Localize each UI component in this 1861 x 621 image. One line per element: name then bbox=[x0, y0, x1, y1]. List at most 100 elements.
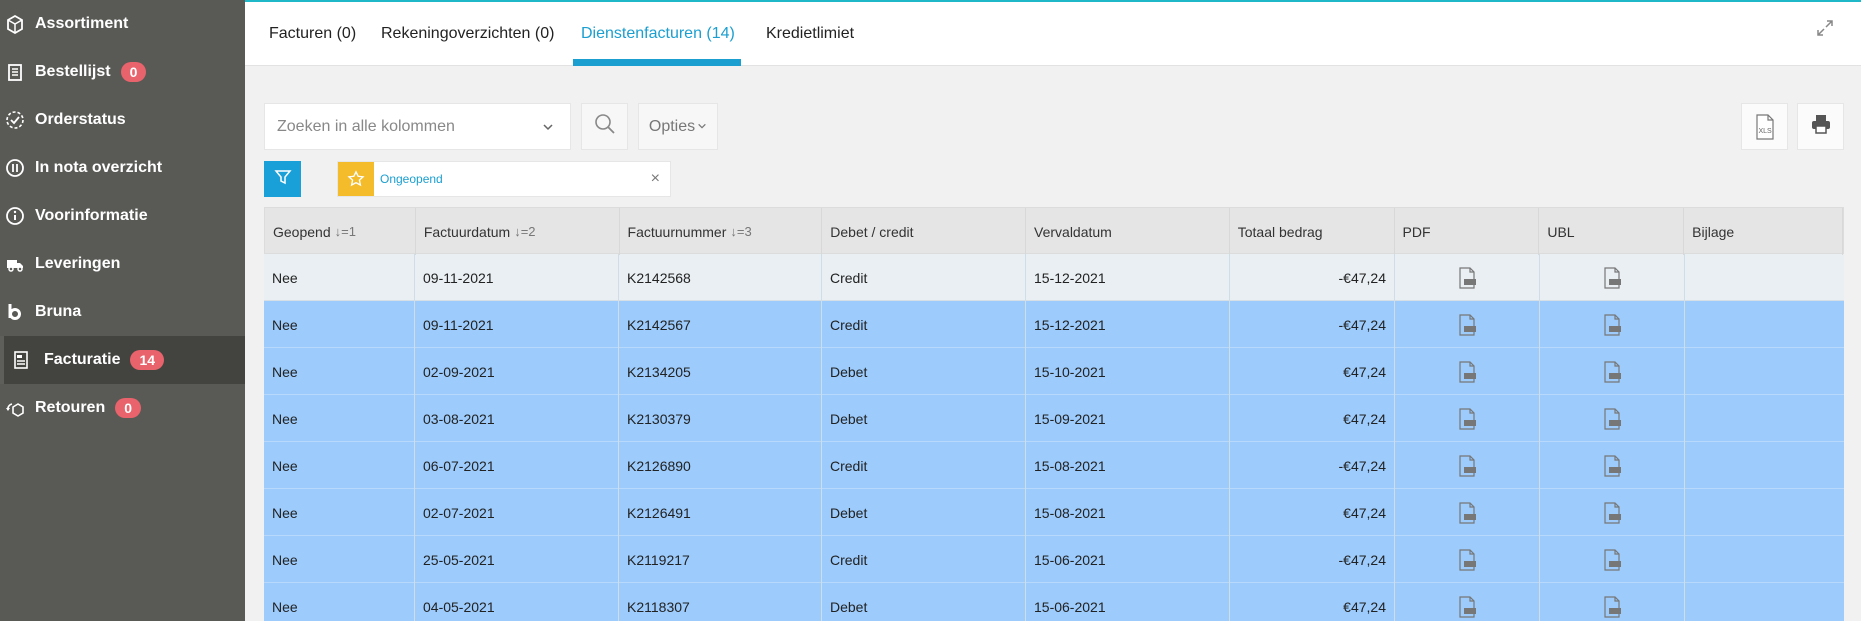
pdf-download-icon[interactable] bbox=[1395, 489, 1540, 536]
cell-factuurdatum: 09-11-2021 bbox=[415, 254, 619, 301]
table-row[interactable]: Nee 02-07-2021 K2126491 Debet 15-08-2021 €47,… bbox=[264, 489, 1844, 536]
table-row[interactable]: Nee 03-08-2021 K2130379 Debet 15-09-2021 €47,… bbox=[264, 395, 1844, 442]
cell-geopend: Nee bbox=[264, 395, 415, 442]
table-row[interactable]: Nee 09-11-2021 K2142567 Credit 15-12-2021 -€4… bbox=[264, 301, 1844, 348]
sidebar-item-assortiment[interactable]: Assortiment bbox=[0, 0, 245, 48]
column-header[interactable]: Bijlage bbox=[1684, 208, 1843, 255]
options-button[interactable]: Opties bbox=[638, 103, 718, 150]
sidebar-item-voorinformatie[interactable]: Voorinformatie bbox=[0, 192, 245, 240]
pdf-download-icon[interactable] bbox=[1395, 395, 1540, 442]
sidebar-item-label: Facturatie bbox=[44, 351, 121, 368]
column-header[interactable]: Geopend ↓=1 bbox=[265, 208, 416, 255]
cell-debet-credit: Credit bbox=[822, 254, 1026, 301]
column-header[interactable]: Totaal bedrag bbox=[1230, 208, 1395, 255]
sidebar-item-label: Voorinformatie bbox=[35, 207, 148, 224]
ubl-download-icon[interactable] bbox=[1540, 536, 1685, 583]
cell-factuurdatum: 02-09-2021 bbox=[415, 348, 619, 395]
table-row[interactable]: Nee 04-05-2021 K2118307 Debet 15-06-2021 €47,… bbox=[264, 583, 1844, 621]
pdf-download-icon[interactable] bbox=[1395, 348, 1540, 395]
ubl-download-icon[interactable] bbox=[1540, 395, 1685, 442]
star-icon bbox=[338, 162, 374, 196]
cell-vervaldatum: 15-12-2021 bbox=[1026, 254, 1230, 301]
sidebar-item-bruna[interactable]: Bruna bbox=[0, 288, 245, 336]
sidebar-item-orderstatus[interactable]: Orderstatus bbox=[0, 96, 245, 144]
cell-geopend: Nee bbox=[264, 536, 415, 583]
cell-totaal-bedrag: €47,24 bbox=[1230, 583, 1395, 621]
sidebar-item-label: Assortiment bbox=[35, 15, 129, 32]
tab-bar: Facturen (0) Rekeningoverzichten (0) Die… bbox=[245, 2, 1861, 66]
xls-file-icon: XLS bbox=[1754, 113, 1776, 140]
column-header[interactable]: Debet / credit bbox=[822, 208, 1027, 255]
cell-totaal-bedrag: -€47,24 bbox=[1230, 254, 1395, 301]
cell-bijlage bbox=[1685, 301, 1844, 348]
cell-factuurdatum: 02-07-2021 bbox=[415, 489, 619, 536]
sidebar-item-bestellijst[interactable]: Bestellijst 0 bbox=[0, 48, 245, 96]
filter-icon bbox=[273, 168, 292, 191]
sidebar-item-facturatie[interactable]: Facturatie 14 bbox=[0, 336, 245, 384]
ubl-download-icon[interactable] bbox=[1540, 301, 1685, 348]
pdf-download-icon[interactable] bbox=[1395, 536, 1540, 583]
cell-vervaldatum: 15-09-2021 bbox=[1026, 395, 1230, 442]
cell-bijlage bbox=[1685, 536, 1844, 583]
sidebar-item-retouren[interactable]: Retouren 0 bbox=[0, 384, 245, 432]
search-select[interactable]: Zoeken in alle kolommen bbox=[264, 103, 571, 150]
column-header[interactable]: Factuurnummer ↓=3 bbox=[620, 208, 823, 255]
export-xls-button[interactable]: XLS bbox=[1741, 103, 1788, 150]
sidebar-item-in-nota-overzicht[interactable]: In nota overzicht bbox=[0, 144, 245, 192]
table-row[interactable]: Nee 09-11-2021 K2142568 Credit 15-12-2021 -€4… bbox=[264, 254, 1844, 301]
cell-factuurdatum: 09-11-2021 bbox=[415, 301, 619, 348]
box-icon bbox=[4, 13, 26, 35]
tab-rekeningoverzichten[interactable]: Rekeningoverzichten (0) bbox=[381, 2, 554, 66]
ubl-download-icon[interactable] bbox=[1540, 254, 1685, 301]
column-header[interactable]: PDF bbox=[1395, 208, 1540, 255]
ubl-download-icon[interactable] bbox=[1540, 442, 1685, 489]
filter-button[interactable] bbox=[264, 161, 301, 197]
column-header[interactable]: Factuurdatum ↓=2 bbox=[416, 208, 620, 255]
cell-debet-credit: Debet bbox=[822, 395, 1026, 442]
print-button[interactable] bbox=[1797, 103, 1844, 150]
cell-geopend: Nee bbox=[264, 583, 415, 621]
ubl-download-icon[interactable] bbox=[1540, 583, 1685, 621]
sidebar-item-label: Bestellijst bbox=[35, 63, 111, 80]
cell-vervaldatum: 15-12-2021 bbox=[1026, 301, 1230, 348]
cell-bijlage bbox=[1685, 442, 1844, 489]
cell-geopend: Nee bbox=[264, 301, 415, 348]
cell-vervaldatum: 15-06-2021 bbox=[1026, 536, 1230, 583]
sidebar-item-leveringen[interactable]: Leveringen bbox=[0, 240, 245, 288]
cell-vervaldatum: 15-08-2021 bbox=[1026, 442, 1230, 489]
pdf-download-icon[interactable] bbox=[1395, 254, 1540, 301]
sidebar-item-label: Orderstatus bbox=[35, 111, 126, 128]
cell-geopend: Nee bbox=[264, 254, 415, 301]
cell-factuurnummer: K2142567 bbox=[619, 301, 822, 348]
cell-debet-credit: Debet bbox=[822, 348, 1026, 395]
options-label: Opties bbox=[648, 117, 696, 135]
table-header: Geopend ↓=1 Factuurdatum ↓=2 Factuurnummer… bbox=[264, 207, 1844, 255]
close-icon[interactable]: × bbox=[651, 170, 660, 188]
sidebar-item-label: Bruna bbox=[35, 303, 82, 320]
cell-bijlage bbox=[1685, 583, 1844, 621]
ubl-download-icon[interactable] bbox=[1540, 489, 1685, 536]
table-row[interactable]: Nee 25-05-2021 K2119217 Credit 15-06-2021 -€4… bbox=[264, 536, 1844, 583]
sidebar-item-label: Retouren bbox=[35, 399, 106, 416]
tab-facturen[interactable]: Facturen (0) bbox=[269, 2, 356, 66]
printer-icon bbox=[1810, 113, 1832, 140]
pdf-download-icon[interactable] bbox=[1395, 301, 1540, 348]
table-row[interactable]: Nee 06-07-2021 K2126890 Credit 15-08-2021 -€4… bbox=[264, 442, 1844, 489]
tab-kredietlimiet[interactable]: Kredietlimiet bbox=[766, 2, 854, 66]
column-header[interactable]: UBL bbox=[1539, 208, 1685, 255]
table-row[interactable]: Nee 02-09-2021 K2134205 Debet 15-10-2021 €47,… bbox=[264, 348, 1844, 395]
info-circle-icon bbox=[4, 205, 26, 227]
pdf-download-icon[interactable] bbox=[1395, 442, 1540, 489]
filter-chip[interactable]: Ongeopend × bbox=[337, 161, 671, 197]
pdf-download-icon[interactable] bbox=[1395, 583, 1540, 621]
cell-factuurnummer: K2126890 bbox=[619, 442, 822, 489]
column-header[interactable]: Vervaldatum bbox=[1026, 208, 1230, 255]
sidebar-item-label: In nota overzicht bbox=[35, 159, 163, 176]
cell-geopend: Nee bbox=[264, 442, 415, 489]
cell-bijlage bbox=[1685, 489, 1844, 536]
search-button[interactable] bbox=[581, 103, 628, 150]
tab-dienstenfacturen[interactable]: Dienstenfacturen (14) bbox=[573, 2, 741, 66]
ubl-download-icon[interactable] bbox=[1540, 348, 1685, 395]
expand-icon[interactable] bbox=[1815, 18, 1835, 38]
search-icon bbox=[594, 113, 616, 140]
